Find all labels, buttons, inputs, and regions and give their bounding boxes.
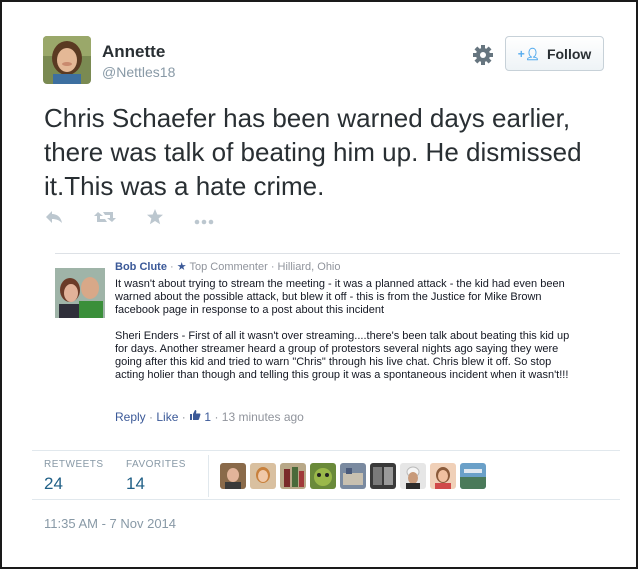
comment-footer: Reply · Like · 1 · 13 minutes ago: [115, 409, 304, 424]
favoriter-avatar[interactable]: [220, 463, 246, 489]
comment-separator: ·: [170, 261, 174, 273]
comment-reply-link[interactable]: Reply: [115, 410, 146, 424]
add-user-icon: +👤︎: [517, 46, 540, 61]
comment-like-count[interactable]: 1: [204, 410, 211, 424]
gear-icon[interactable]: [470, 42, 496, 68]
favoriter-avatar[interactable]: [460, 463, 486, 489]
comment-like-link[interactable]: Like: [156, 410, 178, 424]
commenter-avatar[interactable]: [55, 268, 105, 318]
favoriter-avatars: [220, 463, 486, 489]
user-handle[interactable]: @Nettles18: [102, 64, 175, 80]
comment-paragraph: Sheri Enders - First of all it wasn't ov…: [115, 330, 570, 381]
comment-paragraph: It wasn't about trying to stream the mee…: [115, 278, 565, 316]
retweet-icon[interactable]: [94, 208, 116, 230]
favorites-stat[interactable]: FAVORITES 14: [126, 459, 186, 494]
comment-header: Bob Clute · ★ Top Commenter · Hilliard, …: [115, 260, 341, 273]
tweet-timestamp[interactable]: 11:35 AM - 7 Nov 2014: [44, 516, 176, 531]
favoriter-avatar[interactable]: [280, 463, 306, 489]
favoriter-avatar[interactable]: [370, 463, 396, 489]
retweets-label: RETWEETS: [44, 459, 104, 470]
comment-author[interactable]: Bob Clute: [115, 261, 167, 273]
top-commenter-star-icon: ★: [176, 261, 187, 273]
embedded-comment: Bob Clute · ★ Top Commenter · Hilliard, …: [55, 253, 620, 433]
comment-dot: ·: [149, 410, 154, 424]
tweet-stats: RETWEETS 24 FAVORITES 14: [32, 450, 620, 500]
comment-body: It wasn't about trying to stream the mee…: [115, 278, 570, 395]
follow-button-label: Follow: [546, 45, 592, 62]
reply-icon[interactable]: [44, 208, 64, 230]
comment-dot: ·: [181, 410, 186, 424]
comment-time: · 13 minutes ago: [214, 410, 304, 424]
retweets-count: 24: [44, 474, 63, 493]
favoriter-avatar[interactable]: [340, 463, 366, 489]
star-icon[interactable]: [146, 208, 164, 231]
favoriter-avatar[interactable]: [310, 463, 336, 489]
tweet-card: Annette @Nettles18 +👤︎ Follow Chris Scha…: [0, 0, 638, 569]
more-icon[interactable]: [194, 208, 214, 230]
follow-button[interactable]: +👤︎ Follow: [505, 36, 604, 71]
tweet-actions: [44, 208, 244, 230]
favorites-count: 14: [126, 474, 145, 493]
favoriter-avatar[interactable]: [250, 463, 276, 489]
tweet-text: Chris Schaefer has been warned days earl…: [44, 103, 582, 201]
comment-location: · Hilliard, Ohio: [270, 261, 341, 273]
top-commenter-badge: Top Commenter: [189, 261, 268, 273]
favorites-label: FAVORITES: [126, 459, 186, 470]
thumbs-up-icon: [189, 410, 204, 424]
favoriter-avatar[interactable]: [430, 463, 456, 489]
stats-divider: [208, 455, 209, 497]
retweets-stat[interactable]: RETWEETS 24: [44, 459, 104, 494]
user-name[interactable]: Annette: [102, 42, 165, 62]
user-avatar[interactable]: [43, 36, 91, 84]
favoriter-avatar[interactable]: [400, 463, 426, 489]
